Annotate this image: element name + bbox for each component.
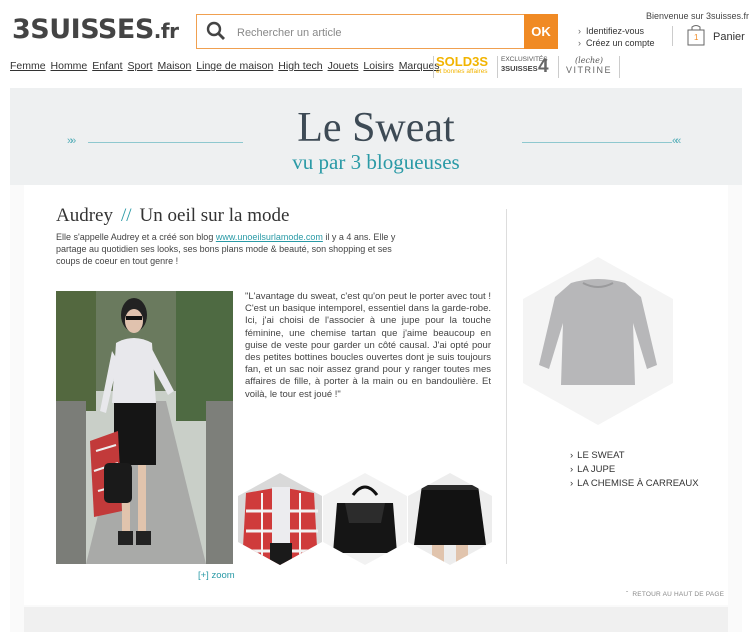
- account-links: Identifiez-vous Créez un compte: [578, 25, 655, 49]
- search-icon: [206, 21, 225, 40]
- nav-item-high-tech[interactable]: High tech: [278, 60, 322, 72]
- product-link-jupe[interactable]: LA JUPE: [570, 463, 699, 477]
- exclusives-banner[interactable]: EXCLUSIVITÉS 3SUISSES 4: [497, 56, 557, 78]
- soldes-title: SOLD3S: [436, 54, 489, 69]
- vitrine-label: VITRINE: [565, 65, 612, 75]
- nav-item-homme[interactable]: Homme: [51, 60, 88, 72]
- blogger-intro: Elle s'appelle Audrey et a créé son blog…: [56, 231, 406, 267]
- blogger-heading: Audrey // Un oeil sur la mode: [56, 205, 289, 227]
- product-links: LE SWEAT LA JUPE LA CHEMISE À CARREAUX: [570, 449, 699, 491]
- intro-text: Elle s'appelle Audrey et a créé son blog: [56, 232, 216, 242]
- register-link[interactable]: Créez un compte: [578, 37, 655, 49]
- nav-item-jouets[interactable]: Jouets: [328, 60, 359, 72]
- soldes-banner[interactable]: SOLD3S et bonnes affaires: [433, 54, 494, 78]
- nav-item-linge[interactable]: Linge de maison: [196, 60, 273, 72]
- product-sweat-image[interactable]: [523, 257, 673, 425]
- main-nav: Femme Homme Enfant Sport Maison Linge de…: [10, 60, 442, 72]
- heading-separator: //: [120, 205, 132, 226]
- soldes-subtitle: et bonnes affaires: [436, 68, 488, 75]
- blogger-quote: "L'avantage du sweat, c'est qu'on peut l…: [245, 291, 491, 400]
- divider: [672, 26, 673, 46]
- search-input[interactable]: [235, 22, 519, 44]
- zoom-link[interactable]: [+] zoom: [198, 570, 235, 581]
- back-to-top-label: RETOUR AU HAUT DE PAGE: [632, 591, 725, 598]
- logo-text: 3SUISSES: [12, 14, 154, 45]
- vitrine-banner[interactable]: (leche) VITRINE: [558, 56, 620, 78]
- blogger-photo[interactable]: [56, 291, 233, 564]
- search-bar: OK: [196, 14, 558, 49]
- column-divider: [506, 209, 507, 564]
- product-link-sweat[interactable]: LE SWEAT: [570, 449, 699, 463]
- cart-label[interactable]: Panier: [713, 31, 745, 43]
- nav-item-femme[interactable]: Femme: [10, 60, 46, 72]
- cart-count: 1: [694, 33, 699, 42]
- nav-item-loisirs[interactable]: Loisirs: [363, 60, 393, 72]
- logo[interactable]: 3SUISSES.fr: [12, 14, 179, 45]
- back-to-top-link[interactable]: ˆ RETOUR AU HAUT DE PAGE: [626, 591, 724, 598]
- thumbnail-shirt[interactable]: [238, 473, 322, 565]
- blog-title: Un oeil sur la mode: [139, 205, 290, 226]
- welcome-text: Bienvenue sur 3suisses.fr: [646, 11, 750, 21]
- thumbnail-skirt[interactable]: [408, 473, 492, 565]
- page-subtitle: vu par 3 blogueuses: [292, 150, 460, 174]
- vitrine-script: (leche): [575, 56, 603, 65]
- footer-bar: [24, 607, 728, 632]
- thumbnail-bag[interactable]: [323, 473, 407, 565]
- blogger-name: Audrey: [56, 205, 113, 226]
- page-title: Le Sweat: [297, 105, 455, 151]
- nav-item-sport[interactable]: Sport: [127, 60, 152, 72]
- product-link-chemise[interactable]: LA CHEMISE À CARREAUX: [570, 477, 698, 491]
- blog-link[interactable]: www.unoeilsurlamode.com: [216, 232, 323, 242]
- search-button[interactable]: OK: [524, 14, 558, 49]
- shopping-bag-icon[interactable]: 1: [685, 24, 707, 46]
- hero-banner: »» «« Le Sweat vu par 3 blogueuses: [10, 88, 742, 185]
- nav-item-maison[interactable]: Maison: [158, 60, 192, 72]
- exclusives-number: 4: [538, 56, 549, 77]
- logo-tld: .fr: [153, 19, 179, 43]
- nav-item-enfant[interactable]: Enfant: [92, 60, 122, 72]
- login-link[interactable]: Identifiez-vous: [578, 25, 655, 37]
